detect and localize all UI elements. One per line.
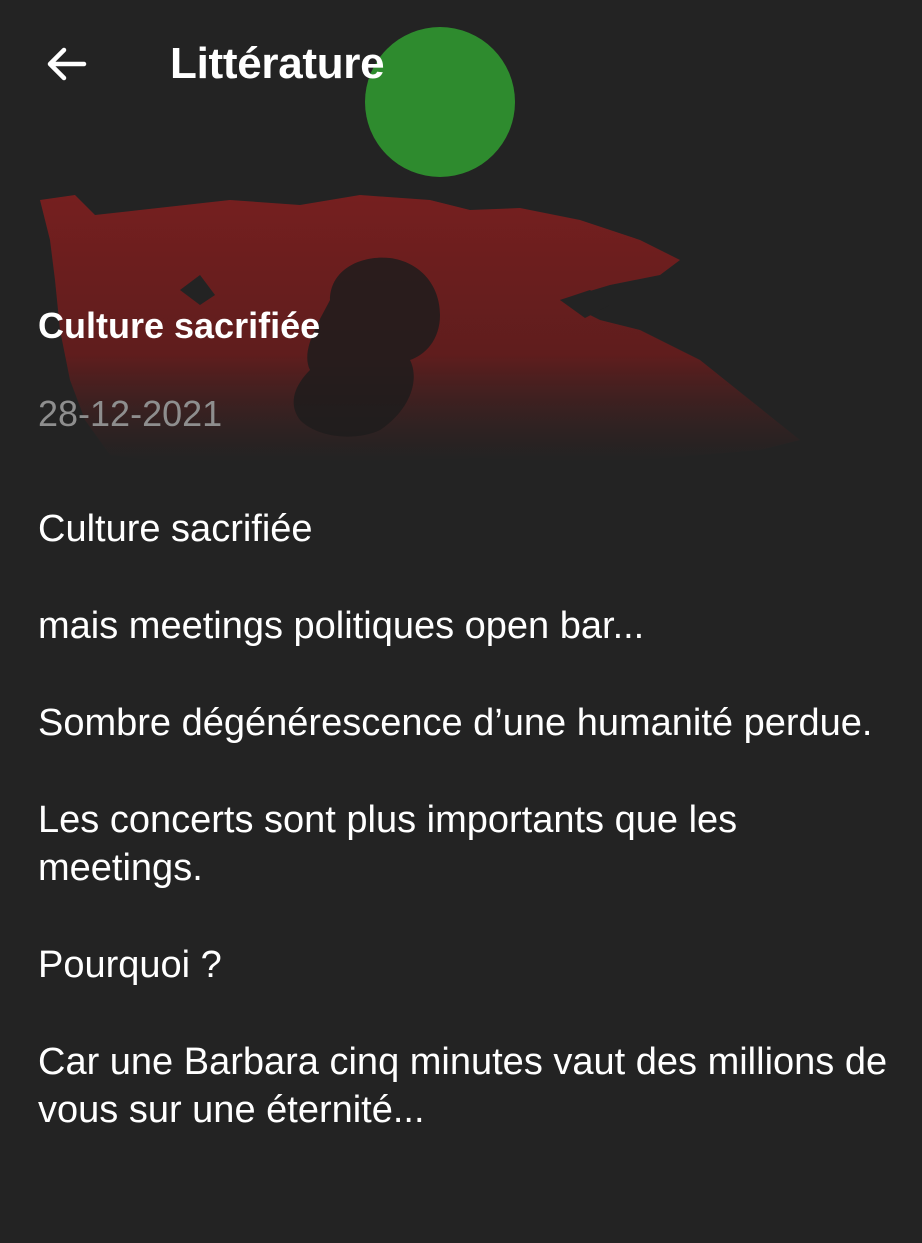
app-bar: Littérature [0, 0, 922, 130]
article-paragraph: Culture sacrifiée [38, 508, 313, 550]
article-paragraph: mais meetings politiques open bar... [38, 605, 645, 647]
article-body: Culture sacrifiée mais meetings politiqu… [38, 505, 888, 1183]
article-paragraph: Pourquoi ? [38, 944, 222, 986]
back-button[interactable] [40, 38, 92, 90]
arrow-left-icon [47, 47, 87, 81]
app-title: Littérature [170, 39, 385, 88]
article-paragraph: Les concerts sont plus importants que le… [38, 799, 738, 889]
article-paragraph: Sombre dégénérescence d’une humanité per… [38, 702, 873, 744]
article-header: Culture sacrifiée 28-12-2021 [38, 300, 320, 436]
article-paragraph: Car une Barbara cinq minutes vaut des mi… [38, 1041, 888, 1131]
article-title: Culture sacrifiée [38, 305, 321, 346]
article-date: 28-12-2021 [38, 393, 223, 434]
